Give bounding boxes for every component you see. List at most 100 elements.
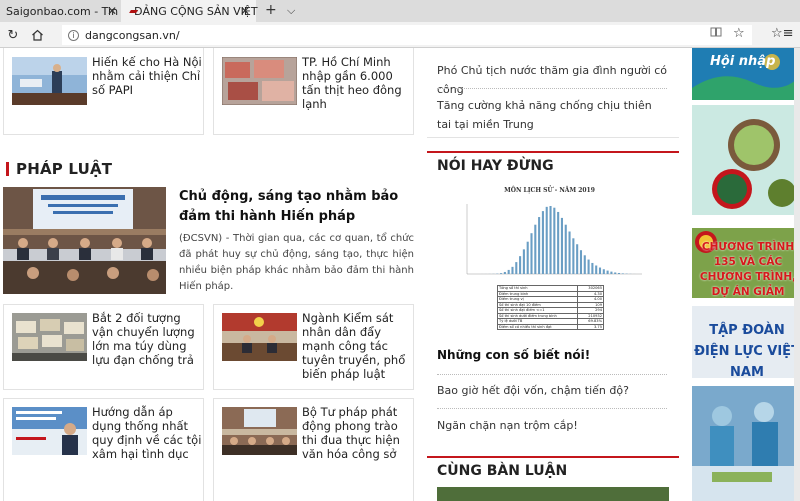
article-card[interactable]: TP. Hồ Chí Minh nhập gần 6.000 tấn thịt … bbox=[213, 48, 414, 135]
histogram-bar bbox=[511, 266, 514, 274]
stats-row: Điểm số có nhiều thí sinh đạt 3.75 bbox=[497, 323, 604, 330]
refresh-icon[interactable]: ↻ bbox=[4, 26, 22, 44]
ad-banner-medical[interactable] bbox=[692, 386, 800, 501]
ad-text: CHƯƠNG TRÌNH 135 VÀ CÁC CHƯƠNG TRÌNH, DỰ… bbox=[699, 241, 797, 298]
browser-tab-strip: Saigonbao.com - Tin tức Vie ✕ ĐẢNG CỘNG … bbox=[0, 0, 800, 22]
article-title[interactable]: Bộ Tư pháp phát động phong trào thi đua … bbox=[302, 405, 412, 461]
article-thumbnail[interactable] bbox=[12, 313, 87, 361]
article-card[interactable]: Bộ Tư pháp phát động phong trào thi đua … bbox=[213, 398, 414, 501]
ad-banner-photo[interactable] bbox=[692, 105, 800, 215]
histogram-bar bbox=[621, 273, 624, 275]
histogram-bar bbox=[564, 224, 567, 274]
article-thumbnail[interactable] bbox=[222, 57, 297, 105]
article-thumbnail[interactable] bbox=[222, 313, 297, 361]
histogram-bar bbox=[587, 259, 590, 274]
histogram-bar bbox=[617, 272, 621, 274]
home-icon[interactable] bbox=[28, 26, 46, 44]
histogram-bar bbox=[549, 206, 552, 274]
cung-ban-luan-header: CÙNG BÀN LUẬN bbox=[427, 456, 679, 484]
ad-banner-hoi-nhap[interactable]: Hội nhập bbox=[692, 48, 800, 100]
histogram-bar bbox=[534, 224, 537, 274]
ad-banner-chuong-trinh-135[interactable]: CHƯƠNG TRÌNH 135 VÀ CÁC CHƯƠNG TRÌNH, DỰ… bbox=[692, 228, 800, 298]
tab-dangcongsan[interactable]: ĐẢNG CỘNG SẢN VIỆT ✕ bbox=[121, 0, 258, 22]
divider bbox=[437, 88, 667, 89]
close-tab-icon[interactable]: ✕ bbox=[240, 4, 250, 18]
histogram-bar bbox=[557, 211, 560, 274]
histogram-bar bbox=[507, 269, 510, 274]
noi-hay-dung-header: NÓI HAY ĐỪNG bbox=[427, 151, 679, 179]
reading-view-icon[interactable] bbox=[710, 26, 722, 42]
histogram-bar bbox=[576, 244, 579, 274]
histogram-bar bbox=[530, 233, 533, 274]
address-bar: ↻ i dangcongsan.vn/ ☆ ☆≡ bbox=[0, 22, 800, 48]
news-link[interactable]: Bao giờ hết đội vốn, chậm tiến độ? bbox=[437, 381, 669, 400]
close-tab-icon[interactable]: ✕ bbox=[107, 4, 117, 18]
article-card[interactable]: Bắt 2 đối tượng vận chuyển lượng lớn ma … bbox=[3, 304, 204, 390]
divider bbox=[437, 374, 667, 375]
article-thumbnail[interactable] bbox=[12, 57, 87, 105]
histogram-bar bbox=[579, 250, 583, 274]
stats-label: Điểm số có nhiều thí sinh đạt bbox=[497, 323, 578, 330]
section-heading[interactable]: PHÁP LUẬT bbox=[6, 160, 112, 178]
article-title[interactable]: Bắt 2 đối tượng vận chuyển lượng lớn ma … bbox=[92, 311, 202, 367]
cung-ban-luan-title[interactable]: CÙNG BÀN LUẬN bbox=[437, 463, 567, 479]
histogram-bar bbox=[568, 231, 571, 274]
histogram-bar bbox=[545, 206, 548, 274]
histogram-chart[interactable]: MÔN LỊCH SỬ - NĂM 2019 Tổng số thí sinh 3… bbox=[437, 184, 662, 341]
url-text: dangcongsan.vn/ bbox=[85, 28, 180, 42]
tab-saigonbao[interactable]: Saigonbao.com - Tin tức Vie ✕ bbox=[0, 0, 120, 22]
ad-text: TẬP ĐOÀN ĐIỆN LỰC VIỆT NAM bbox=[694, 323, 800, 378]
section-title[interactable]: PHÁP LUẬT bbox=[16, 160, 112, 178]
histogram-bar bbox=[541, 211, 544, 274]
histogram-bar bbox=[522, 249, 525, 274]
article-card[interactable]: Hiến kế cho Hà Nội nhằm cải thiện Chỉ số… bbox=[3, 48, 204, 135]
url-input[interactable]: i dangcongsan.vn/ bbox=[62, 25, 752, 45]
histogram-bar bbox=[583, 255, 586, 274]
article-card[interactable]: Ngành Kiểm sát nhân dân đẩy mạnh công tá… bbox=[213, 304, 414, 390]
histogram-bar bbox=[572, 238, 575, 274]
featured-article-summary: (ĐCSVN) - Thời gian qua, các cơ quan, tổ… bbox=[179, 233, 414, 292]
article-thumbnail[interactable] bbox=[12, 407, 87, 455]
featured-news-link[interactable]: Những con số biết nói! bbox=[437, 348, 590, 362]
favorites-hub-icon[interactable]: ☆≡ bbox=[771, 26, 794, 41]
ad-banner-evn[interactable]: TẬP ĐOÀN ĐIỆN LỰC VIỆT NAM bbox=[692, 306, 800, 378]
histogram-bar bbox=[610, 271, 613, 274]
new-tab-icon[interactable]: + bbox=[265, 2, 277, 18]
page-content: Hiến kế cho Hà Nội nhằm cải thiện Chỉ số… bbox=[0, 48, 800, 501]
histogram-bar bbox=[526, 241, 529, 274]
histogram-bar bbox=[598, 267, 602, 274]
noi-hay-dung-title[interactable]: NÓI HAY ĐỪNG bbox=[437, 158, 554, 174]
histogram-bar bbox=[595, 265, 598, 274]
histogram-bar bbox=[614, 272, 617, 274]
news-link[interactable]: Ngăn chặn nạn trộm cắp! bbox=[437, 416, 669, 435]
cung-ban-luan-image[interactable] bbox=[437, 487, 669, 501]
histogram-bar bbox=[500, 273, 503, 274]
article-title[interactable]: Hướng dẫn áp dụng thống nhất quy định về… bbox=[92, 405, 202, 461]
article-title[interactable]: Hiến kế cho Hà Nội nhằm cải thiện Chỉ số… bbox=[92, 55, 202, 97]
stats-table: Tổng số thí sinh 302065 Điểm trung bình 4.3… bbox=[497, 285, 604, 330]
featured-article-title[interactable]: Chủ động, sáng tạo nhằm bảo đảm thi hành… bbox=[179, 187, 414, 227]
histogram-bar bbox=[591, 262, 594, 274]
article-thumbnail[interactable] bbox=[222, 407, 297, 455]
news-link[interactable]: Tăng cường khả năng chống chịu thiên tai… bbox=[437, 96, 669, 134]
section-accent-bar bbox=[6, 162, 9, 176]
tab-label: Saigonbao.com - Tin tức Vie bbox=[6, 4, 120, 18]
featured-image[interactable] bbox=[3, 187, 166, 294]
news-link[interactable]: Phó Chủ tịch nước thăm gia đình người có… bbox=[437, 61, 669, 99]
chevron-down-icon[interactable]: ⌵ bbox=[287, 4, 295, 18]
article-title[interactable]: TP. Hồ Chí Minh nhập gần 6.000 tấn thịt … bbox=[302, 55, 412, 111]
histogram-bar bbox=[602, 269, 605, 274]
chart-plot bbox=[466, 204, 642, 275]
article-card[interactable]: Hướng dẫn áp dụng thống nhất quy định về… bbox=[3, 398, 204, 501]
article-title[interactable]: Ngành Kiểm sát nhân dân đẩy mạnh công tá… bbox=[302, 311, 412, 381]
stats-value: 3.75 bbox=[577, 323, 604, 330]
stats-row: Số thí sinh dưới điểm trung bình 210932 bbox=[497, 312, 604, 319]
histogram-bar bbox=[538, 217, 541, 274]
info-icon[interactable]: i bbox=[68, 29, 79, 41]
ad-text: Hội nhập bbox=[710, 54, 776, 69]
favorite-star-icon[interactable]: ☆ bbox=[733, 26, 745, 41]
histogram-bar bbox=[515, 262, 518, 274]
histogram-bar bbox=[553, 207, 556, 274]
divider bbox=[437, 408, 667, 409]
page-scrollbar[interactable] bbox=[794, 48, 800, 501]
